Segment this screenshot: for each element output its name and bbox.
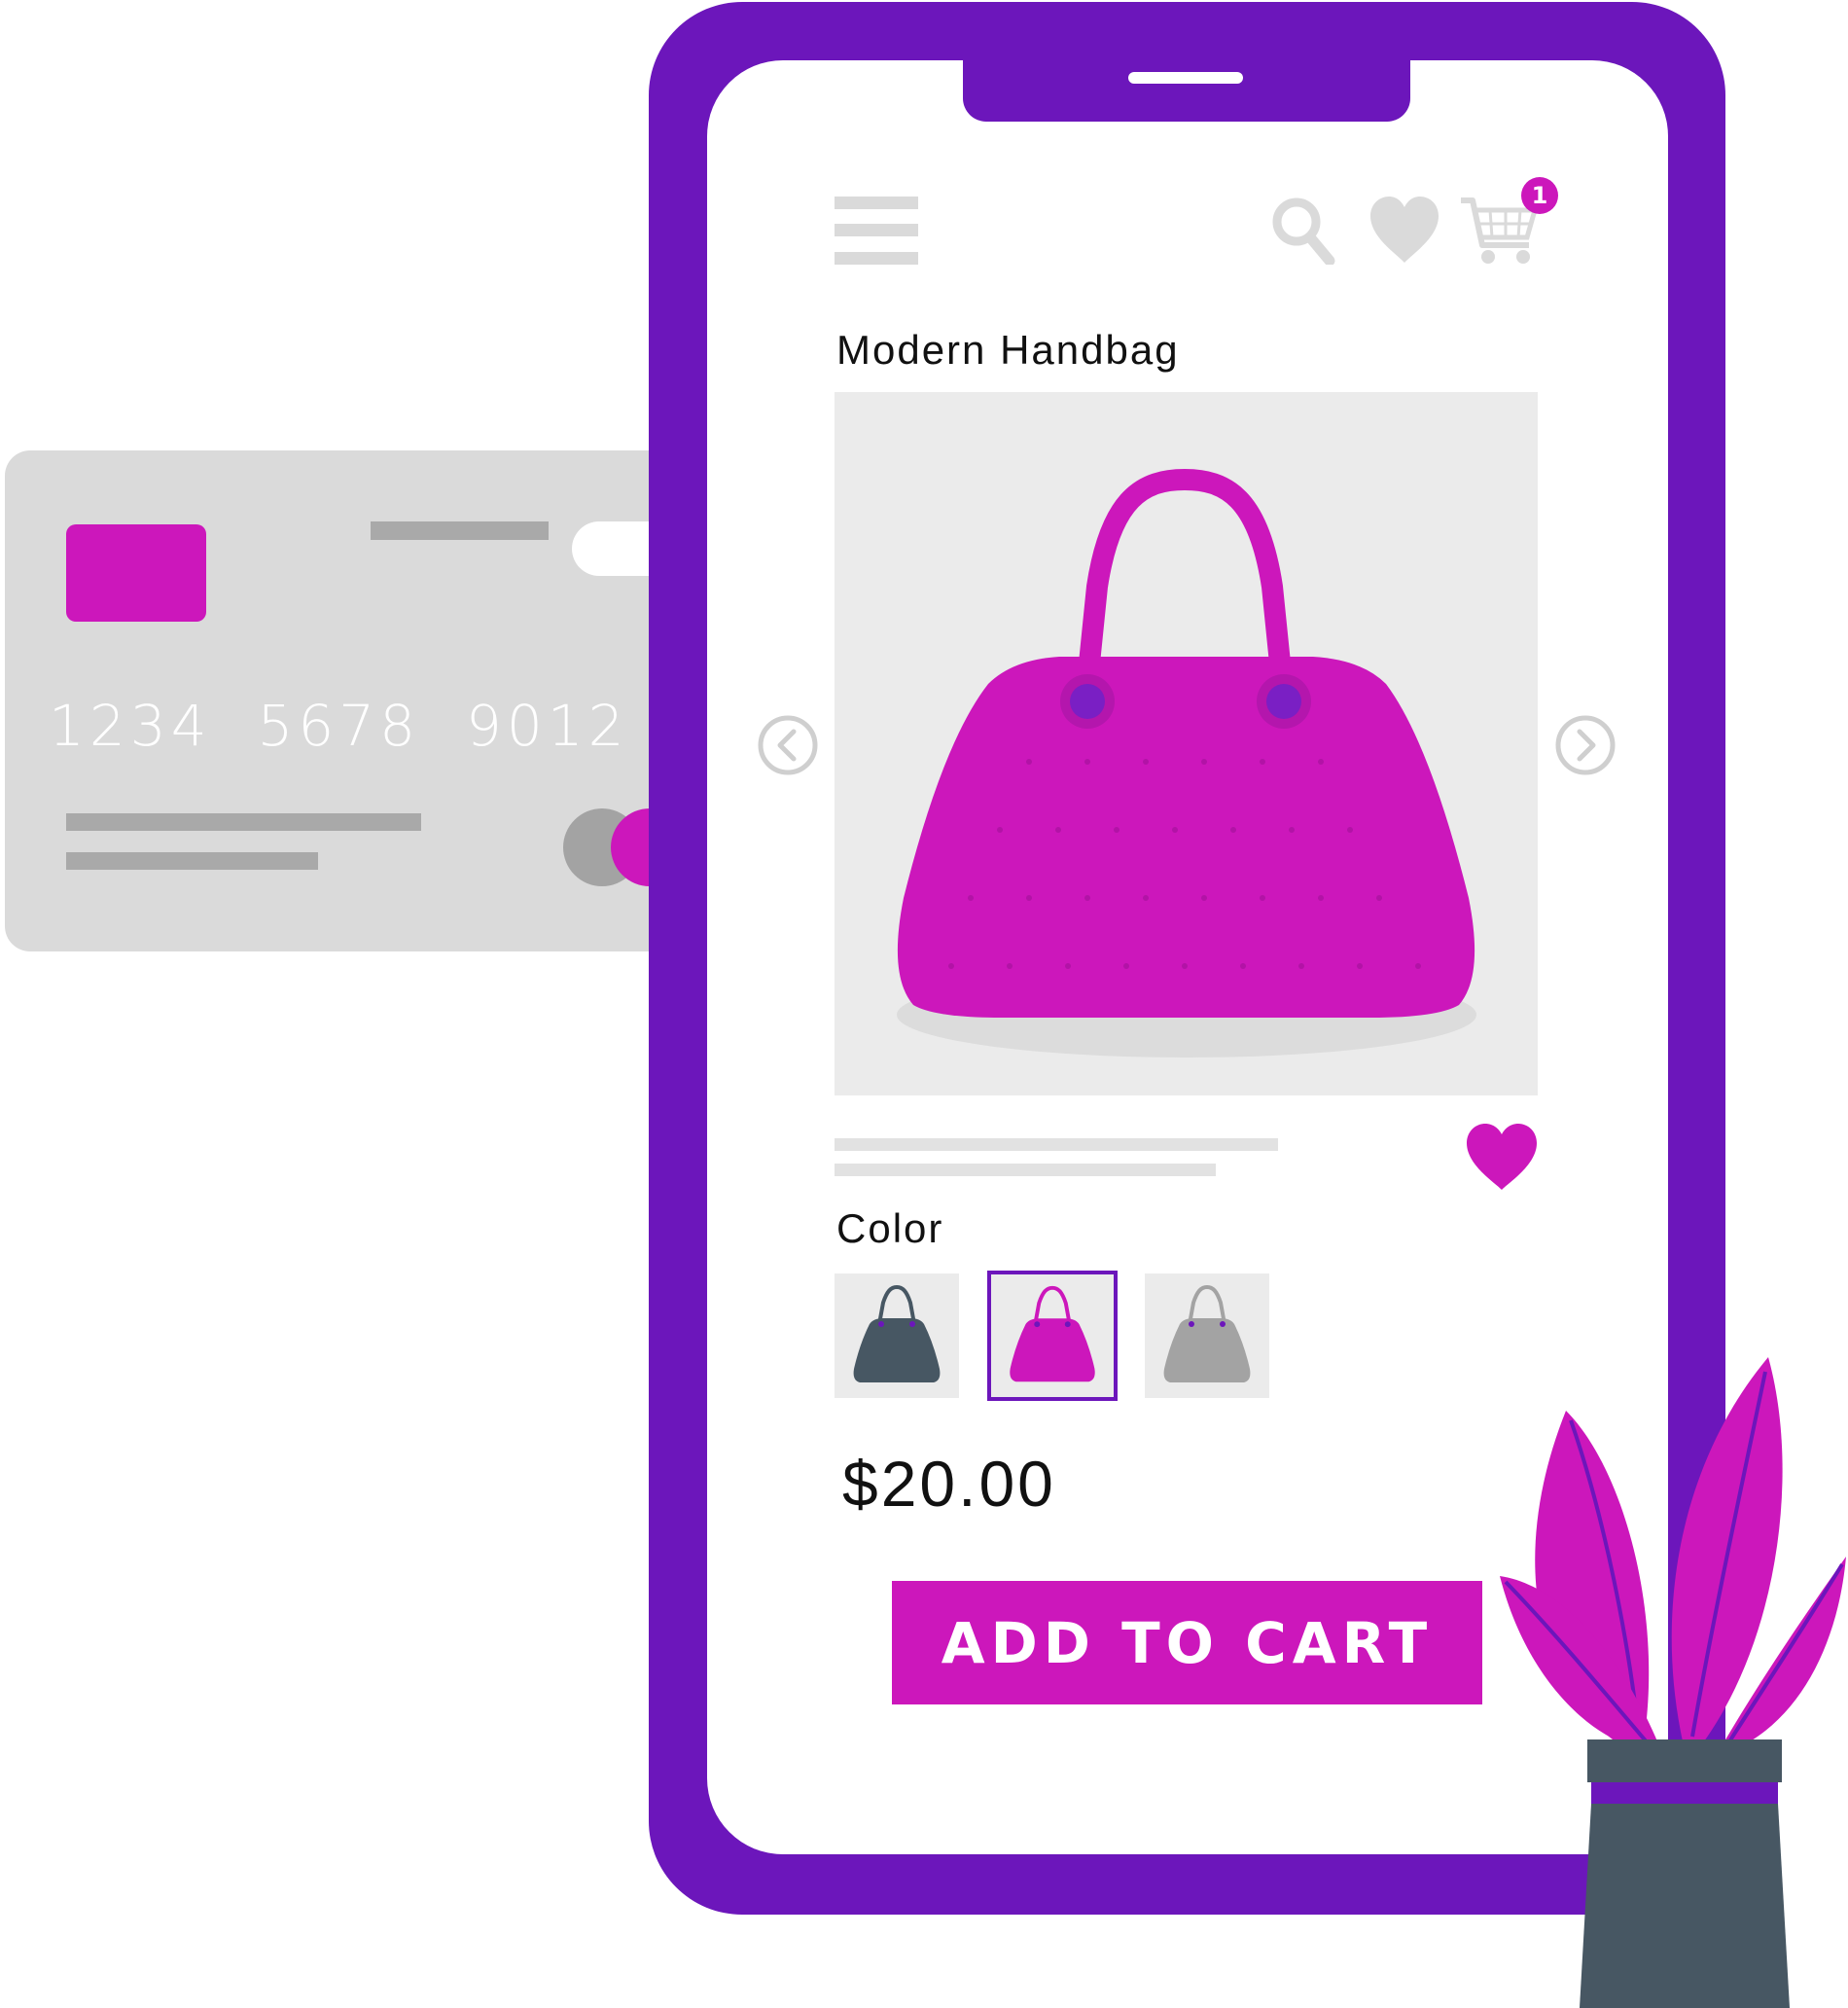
card-placeholder-line: [66, 813, 421, 831]
description-placeholder-line: [835, 1164, 1216, 1176]
product-title: Modern Handbag: [836, 327, 1180, 373]
color-swatch-dark-gray[interactable]: [835, 1273, 959, 1398]
menu-icon[interactable]: [835, 197, 918, 265]
description-placeholder-line: [835, 1138, 1278, 1151]
phone-notch: [963, 49, 1410, 122]
handbag-icon: [1010, 1285, 1095, 1382]
card-placeholder-line: [66, 852, 318, 870]
handbag-icon: [1163, 1284, 1251, 1382]
wishlist-heart-icon[interactable]: [1465, 1122, 1539, 1192]
color-label: Color: [836, 1205, 944, 1251]
handbag-image: [897, 468, 1476, 1058]
handbag-icon: [853, 1284, 941, 1382]
potted-plant-illustration: [1500, 1357, 1846, 2008]
card-placeholder-bar: [371, 521, 549, 540]
heart-icon[interactable]: [1368, 195, 1440, 265]
add-to-cart-button[interactable]: ADD TO CART: [892, 1581, 1482, 1704]
cart-badge: 1: [1521, 177, 1558, 214]
color-swatch-pink-selected[interactable]: [987, 1271, 1118, 1401]
phone-speaker: [1128, 72, 1243, 84]
color-swatch-light-gray[interactable]: [1145, 1273, 1269, 1398]
card-chip: [66, 524, 206, 622]
next-image-arrow-icon[interactable]: [1554, 714, 1617, 776]
previous-image-arrow-icon[interactable]: [757, 714, 819, 776]
product-price: $20.00: [842, 1448, 1056, 1520]
search-icon[interactable]: [1269, 195, 1335, 265]
